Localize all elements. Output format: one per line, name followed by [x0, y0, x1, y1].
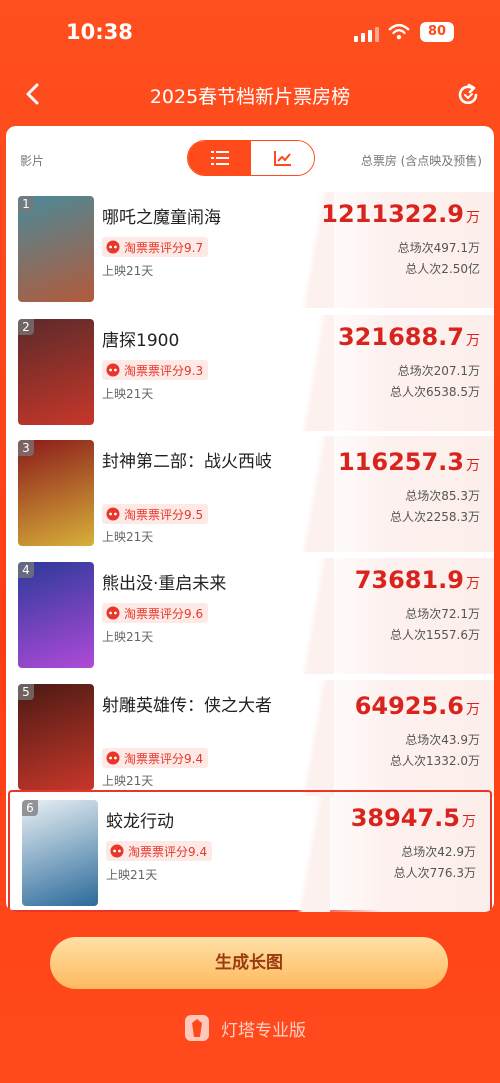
release-days: 上映21天 — [102, 774, 154, 788]
rating-text: 淘票票评分9.4 — [124, 751, 204, 766]
status-time: 10:38 — [66, 20, 133, 44]
release-days: 上映21天 — [102, 630, 154, 644]
rank-badge: 1 — [18, 196, 34, 212]
ranking-panel: 影片 总票房 (含点映及预售) 1 哪吒之魔童闹海 淘票票评分9.7 上映21天… — [6, 126, 494, 912]
box-office-total: 1211322.9 万 — [321, 200, 480, 228]
rating-text: 淘票票评分9.3 — [124, 363, 204, 378]
box-office-unit: 万 — [462, 814, 476, 830]
film-poster[interactable]: 5 — [18, 684, 94, 790]
total-sessions: 总场次497.1万 — [397, 241, 480, 255]
box-office-value: 116257.3 — [337, 448, 464, 476]
brand-footer: 灯塔专业版 — [183, 1012, 306, 1044]
taopiaopiao-icon — [106, 363, 120, 377]
total-admissions: 总人次2258.3万 — [390, 510, 480, 524]
rating-text: 淘票票评分9.6 — [124, 606, 204, 621]
nav-bar: 2025春节档新片票房榜 — [0, 70, 500, 120]
film-poster[interactable]: 3 — [18, 440, 94, 546]
wifi-icon — [388, 23, 410, 40]
film-title: 蛟龙行动 — [106, 812, 174, 832]
taopiaopiao-icon — [106, 751, 120, 765]
film-title: 射雕英雄传：侠之大者 — [102, 696, 272, 716]
taopiaopiao-icon — [106, 507, 120, 521]
box-office-value: 38947.5 — [350, 804, 460, 832]
box-office-total: 64925.6 万 — [355, 692, 480, 720]
film-poster[interactable]: 1 — [18, 196, 94, 302]
total-admissions: 总人次1557.6万 — [390, 628, 480, 642]
film-title: 哪吒之魔童闹海 — [102, 208, 221, 228]
generate-long-image-button[interactable]: 生成长图 — [50, 937, 448, 989]
rank-badge: 6 — [22, 800, 38, 816]
taopiaopiao-icon — [106, 606, 120, 620]
total-admissions: 总人次1332.0万 — [390, 754, 480, 768]
brand-name: 灯塔专业版 — [221, 1020, 306, 1041]
film-row[interactable]: 3 封神第二部：战火西岐 淘票票评分9.5 上映21天 116257.3 万 总场… — [6, 432, 494, 556]
rank-badge: 3 — [18, 440, 34, 456]
total-sessions: 总场次43.9万 — [405, 733, 480, 747]
battery-icon: 80 — [420, 22, 454, 42]
page-title: 2025春节档新片票房榜 — [149, 86, 351, 108]
rating-badge: 淘票票评分9.4 — [102, 748, 209, 768]
box-office-total: 73681.9 万 — [355, 566, 480, 594]
film-poster[interactable]: 2 — [18, 319, 94, 425]
lighthouse-logo-icon — [185, 1015, 209, 1041]
rank-badge: 2 — [18, 319, 34, 335]
taopiaopiao-icon — [110, 844, 124, 858]
box-office-total: 38947.5 万 — [351, 804, 476, 832]
signal-icon — [354, 24, 379, 42]
box-office-unit: 万 — [466, 702, 480, 718]
box-office-unit: 万 — [466, 576, 480, 592]
total-admissions: 总人次776.3万 — [393, 866, 476, 880]
box-office-total: 116257.3 万 — [338, 448, 480, 476]
column-film-label: 影片 — [20, 154, 45, 168]
rating-badge: 淘票票评分9.3 — [102, 360, 209, 380]
total-admissions: 总人次2.50亿 — [405, 262, 480, 276]
rating-badge: 淘票票评分9.6 — [102, 603, 209, 623]
rank-badge: 5 — [18, 684, 34, 700]
chart-view-button[interactable] — [251, 141, 314, 175]
list-view-button[interactable] — [188, 141, 251, 175]
rank-badge: 4 — [18, 562, 34, 578]
rating-badge: 淘票票评分9.4 — [106, 841, 213, 861]
release-days: 上映21天 — [102, 530, 154, 544]
trend-chart-icon — [273, 151, 291, 166]
status-bar: 10:38 80 — [0, 0, 500, 70]
rating-text: 淘票票评分9.7 — [124, 240, 204, 255]
box-office-value: 1211322.9 — [321, 200, 464, 228]
film-row[interactable]: 5 射雕英雄传：侠之大者 淘票票评分9.4 上映21天 64925.6 万 总场次… — [6, 676, 494, 796]
film-row[interactable]: 1 哪吒之魔童闹海 淘票票评分9.7 上映21天 1211322.9 万 总场次4… — [6, 188, 494, 312]
total-admissions: 总人次6538.5万 — [390, 385, 480, 399]
box-office-unit: 万 — [466, 458, 480, 474]
film-poster[interactable]: 4 — [18, 562, 94, 668]
film-title: 唐探1900 — [102, 331, 180, 351]
box-office-value: 321688.7 — [337, 323, 464, 351]
film-row[interactable]: 6 蛟龙行动 淘票票评分9.4 上映21天 38947.5 万 总场次42.9万 … — [8, 790, 492, 912]
view-toggle[interactable] — [187, 140, 315, 176]
list-header: 影片 总票房 (含点映及预售) — [6, 126, 494, 188]
film-poster[interactable]: 6 — [22, 800, 98, 906]
box-office-unit: 万 — [466, 210, 480, 226]
box-office-total: 321688.7 万 — [338, 323, 480, 351]
release-days: 上映21天 — [102, 387, 154, 401]
taopiaopiao-icon — [106, 240, 120, 254]
list-icon — [210, 151, 229, 165]
film-title: 封神第二部：战火西岐 — [102, 452, 272, 472]
total-sessions: 总场次85.3万 — [405, 489, 480, 503]
box-office-value: 64925.6 — [354, 692, 464, 720]
film-row[interactable]: 4 熊出没·重启未来 淘票票评分9.6 上映21天 73681.9 万 总场次72… — [6, 554, 494, 678]
box-office-value: 73681.9 — [354, 566, 464, 594]
rating-text: 淘票票评分9.4 — [128, 844, 208, 859]
total-sessions: 总场次42.9万 — [401, 845, 476, 859]
rating-badge: 淘票票评分9.7 — [102, 237, 209, 257]
total-sessions: 总场次207.1万 — [397, 364, 480, 378]
column-total-label: 总票房 (含点映及预售) — [360, 154, 482, 168]
rating-text: 淘票票评分9.5 — [124, 507, 204, 522]
film-title: 熊出没·重启未来 — [102, 574, 227, 594]
box-office-unit: 万 — [466, 333, 480, 349]
rating-badge: 淘票票评分9.5 — [102, 504, 209, 524]
release-days: 上映21天 — [106, 868, 158, 882]
refresh-icon[interactable] — [455, 82, 481, 108]
film-row[interactable]: 2 唐探1900 淘票票评分9.3 上映21天 321688.7 万 总场次207… — [6, 311, 494, 435]
total-sessions: 总场次72.1万 — [405, 607, 480, 621]
release-days: 上映21天 — [102, 264, 154, 278]
